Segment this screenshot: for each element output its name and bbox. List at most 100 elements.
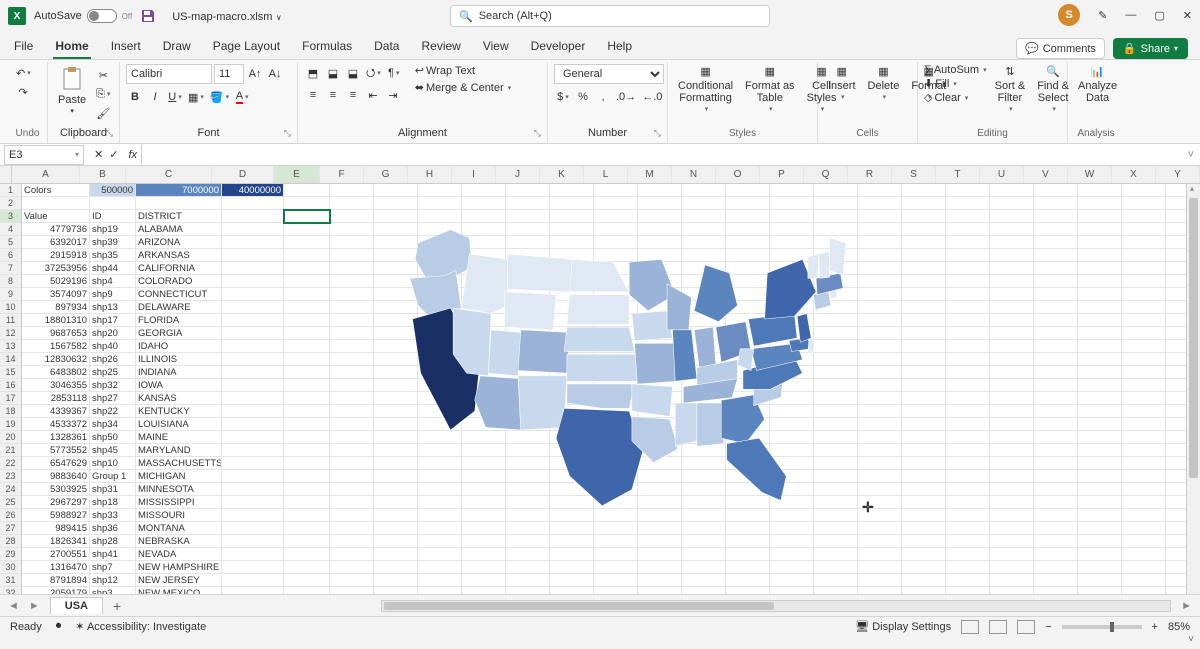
cell-E22[interactable] xyxy=(284,457,330,470)
cell-V23[interactable] xyxy=(1034,470,1078,483)
state-wi[interactable] xyxy=(667,284,691,330)
state-in[interactable] xyxy=(694,327,716,370)
underline-button[interactable]: U xyxy=(166,88,184,106)
cell-G32[interactable] xyxy=(374,587,418,594)
col-header-E[interactable]: E xyxy=(274,166,320,183)
cell-C16[interactable]: IOWA xyxy=(136,379,222,392)
cell-U8[interactable] xyxy=(990,275,1034,288)
cell-V12[interactable] xyxy=(1034,327,1078,340)
cell-T6[interactable] xyxy=(946,249,990,262)
cell-W20[interactable] xyxy=(1078,431,1122,444)
cell-T17[interactable] xyxy=(946,392,990,405)
cell-F23[interactable] xyxy=(330,470,374,483)
vertical-scrollbar[interactable] xyxy=(1186,184,1200,594)
cell-W10[interactable] xyxy=(1078,301,1122,314)
bold-button[interactable]: B xyxy=(126,88,144,106)
cell-X30[interactable] xyxy=(1122,561,1166,574)
cell-V15[interactable] xyxy=(1034,366,1078,379)
cell-B32[interactable]: shp3 xyxy=(90,587,136,594)
cell-U4[interactable] xyxy=(990,223,1034,236)
cell-W25[interactable] xyxy=(1078,496,1122,509)
cell-D13[interactable] xyxy=(222,340,284,353)
cell-T16[interactable] xyxy=(946,379,990,392)
cell-W16[interactable] xyxy=(1078,379,1122,392)
col-header-V[interactable]: V xyxy=(1024,166,1068,183)
clear-button[interactable]: ◇ Clear xyxy=(924,91,987,104)
name-box[interactable]: E3▾ xyxy=(4,145,84,165)
cell-U3[interactable] xyxy=(990,210,1034,223)
cell-F24[interactable] xyxy=(330,483,374,496)
save-icon[interactable] xyxy=(140,8,156,24)
cell-X1[interactable] xyxy=(1122,184,1166,197)
state-fl[interactable] xyxy=(727,438,787,500)
cell-B24[interactable]: shp31 xyxy=(90,483,136,496)
cell-C21[interactable]: MARYLAND xyxy=(136,444,222,457)
cell-B28[interactable]: shp28 xyxy=(90,535,136,548)
cell-F21[interactable] xyxy=(330,444,374,457)
row-header-3[interactable]: 3 xyxy=(0,210,21,223)
cell-W8[interactable] xyxy=(1078,275,1122,288)
col-header-U[interactable]: U xyxy=(980,166,1024,183)
cell-T19[interactable] xyxy=(946,418,990,431)
cell-T12[interactable] xyxy=(946,327,990,340)
expand-formula-icon[interactable]: ˅ xyxy=(1182,149,1200,161)
cell-E11[interactable] xyxy=(284,314,330,327)
cell-W19[interactable] xyxy=(1078,418,1122,431)
cell-T4[interactable] xyxy=(946,223,990,236)
row-header-1[interactable]: 1 xyxy=(0,184,21,197)
cell-V2[interactable] xyxy=(1034,197,1078,210)
cell-T21[interactable] xyxy=(946,444,990,457)
cell-W28[interactable] xyxy=(1078,535,1122,548)
cell-B10[interactable]: shp13 xyxy=(90,301,136,314)
state-wv[interactable] xyxy=(738,349,754,371)
cell-B15[interactable]: shp25 xyxy=(90,366,136,379)
cell-T25[interactable] xyxy=(946,496,990,509)
cell-B12[interactable]: shp20 xyxy=(90,327,136,340)
cell-T14[interactable] xyxy=(946,353,990,366)
cell-R31[interactable] xyxy=(858,574,902,587)
indent-inc-icon[interactable]: ⇥ xyxy=(384,86,402,104)
cell-U1[interactable] xyxy=(990,184,1034,197)
cell-S25[interactable] xyxy=(902,496,946,509)
cell-E27[interactable] xyxy=(284,522,330,535)
merge-center-button[interactable]: ⬌ Merge & Center xyxy=(415,81,511,94)
cell-U30[interactable] xyxy=(990,561,1034,574)
col-header-C[interactable]: C xyxy=(126,166,212,183)
tab-file[interactable]: File xyxy=(12,35,35,59)
cell-S6[interactable] xyxy=(902,249,946,262)
cell-D11[interactable] xyxy=(222,314,284,327)
cell-C26[interactable]: MISSOURI xyxy=(136,509,222,522)
cell-B6[interactable]: shp35 xyxy=(90,249,136,262)
zoom-level[interactable]: 85% xyxy=(1168,621,1190,633)
cell-B7[interactable]: shp44 xyxy=(90,262,136,275)
cell-X16[interactable] xyxy=(1122,379,1166,392)
cell-A5[interactable]: 6392017 xyxy=(22,236,90,249)
row-header-13[interactable]: 13 xyxy=(0,340,21,353)
cell-M32[interactable] xyxy=(638,587,682,594)
cell-O32[interactable] xyxy=(726,587,770,594)
cell-A10[interactable]: 897934 xyxy=(22,301,90,314)
col-header-H[interactable]: H xyxy=(408,166,452,183)
cell-D14[interactable] xyxy=(222,353,284,366)
cell-B27[interactable]: shp36 xyxy=(90,522,136,535)
add-sheet-icon[interactable]: + xyxy=(113,598,121,614)
cell-E30[interactable] xyxy=(284,561,330,574)
cell-U28[interactable] xyxy=(990,535,1034,548)
cell-X6[interactable] xyxy=(1122,249,1166,262)
cell-U26[interactable] xyxy=(990,509,1034,522)
cell-F17[interactable] xyxy=(330,392,374,405)
row-header-26[interactable]: 26 xyxy=(0,509,21,522)
format-as-table-button[interactable]: ▦Format as Table xyxy=(741,64,799,116)
cell-F1[interactable] xyxy=(330,184,374,197)
cell-A30[interactable]: 1316470 xyxy=(22,561,90,574)
cell-V7[interactable] xyxy=(1034,262,1078,275)
cell-D6[interactable] xyxy=(222,249,284,262)
col-header-I[interactable]: I xyxy=(452,166,496,183)
comments-button[interactable]: 💬 Comments xyxy=(1016,38,1105,59)
cell-X23[interactable] xyxy=(1122,470,1166,483)
row-header-5[interactable]: 5 xyxy=(0,236,21,249)
cell-C1[interactable]: 7000000 xyxy=(136,184,222,197)
cell-W27[interactable] xyxy=(1078,522,1122,535)
cell-U14[interactable] xyxy=(990,353,1034,366)
cell-X18[interactable] xyxy=(1122,405,1166,418)
